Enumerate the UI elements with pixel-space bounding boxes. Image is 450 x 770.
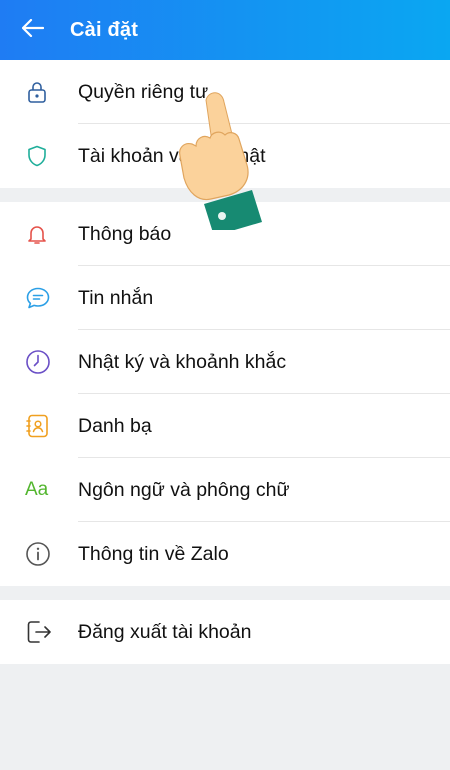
page-title: Cài đặt [70,18,139,41]
setting-item-messages[interactable]: Tin nhắn [0,266,450,330]
setting-label: Ngôn ngữ và phông chữ [78,478,290,501]
setting-label: Tài khoản và bảo mật [78,144,266,167]
setting-item-about[interactable]: Thông tin về Zalo [0,522,450,586]
text-aa-icon: Aa [0,458,78,522]
setting-label: Danh bạ [78,414,152,437]
lock-icon [0,60,78,124]
setting-label: Nhật ký và khoảnh khắc [78,350,287,373]
app-header: Cài đặt [0,0,450,60]
setting-label: Quyền riêng tư [78,80,209,103]
shield-icon [0,124,78,188]
chat-bubble-icon [0,266,78,330]
setting-label: Đăng xuất tài khoản [78,620,252,643]
setting-item-diary[interactable]: Nhật ký và khoảnh khắc [0,330,450,394]
setting-item-logout[interactable]: Đăng xuất tài khoản [0,600,450,664]
setting-item-language-font[interactable]: Aa Ngôn ngữ và phông chữ [0,458,450,522]
setting-item-privacy[interactable]: Quyền riêng tư [0,60,450,124]
back-button[interactable] [0,0,70,60]
setting-item-notifications[interactable]: Thông báo [0,202,450,266]
setting-label: Tin nhắn [78,286,154,309]
bell-icon [0,202,78,266]
setting-label: Thông báo [78,222,172,245]
setting-item-account-security[interactable]: Tài khoản và bảo mật [0,124,450,188]
settings-section-logout: Đăng xuất tài khoản [0,600,450,664]
settings-section-general: Thông báo Tin nhắn Nhật ký và khoảnh khắ… [0,202,450,586]
text-aa-glyph: Aa [25,479,49,500]
contact-book-icon [0,394,78,458]
arrow-left-icon [21,18,45,42]
info-icon [0,522,78,586]
setting-label: Thông tin về Zalo [78,542,229,565]
clock-icon [0,330,78,394]
settings-section-privacy: Quyền riêng tư Tài khoản và bảo mật [0,60,450,188]
setting-item-contacts[interactable]: Danh bạ [0,394,450,458]
logout-icon [0,600,78,664]
